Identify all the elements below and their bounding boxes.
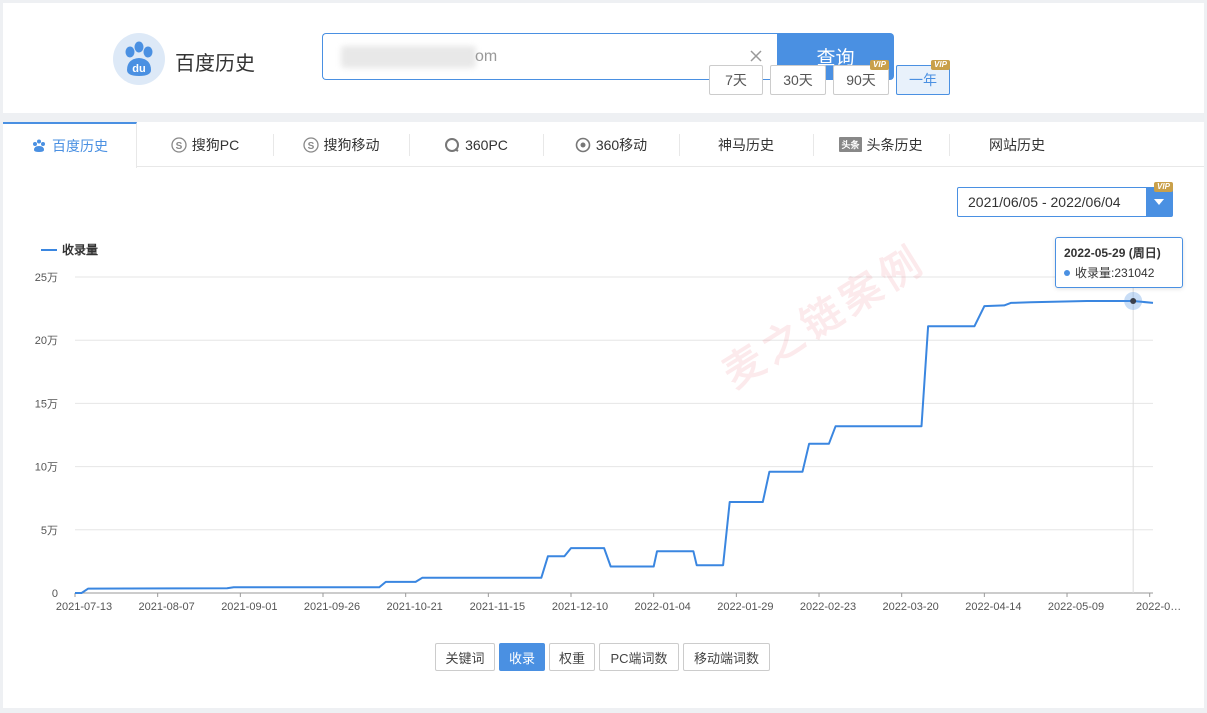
tooltip-label: 收录量 (1075, 266, 1112, 280)
legend-label: 收录量 (62, 242, 98, 257)
y-axis: 0 5万 10万 15万 20万 25万 (35, 272, 58, 600)
x-tick-label: 2022-0… (1136, 601, 1181, 613)
metric-label: 关键词 (445, 650, 485, 666)
index-chart: 05万10万15万20万25万 2021-07-13 2021-08-07 2021… (35, 242, 1182, 613)
x-tick-label: 2021-07-13 (56, 601, 112, 613)
metric-pc-words-button[interactable]: PC端词数 (599, 643, 679, 671)
tooltip-row: 收录量:231042 (1064, 264, 1174, 281)
x-tick-label: 2022-01-29 (717, 601, 773, 613)
metric-indexed-button[interactable]: 收录 (499, 643, 545, 671)
hover-point[interactable] (1130, 297, 1137, 304)
chart-series (75, 300, 1154, 594)
y-tick-label: 25万 (35, 272, 58, 284)
chart-grid (75, 276, 1153, 594)
x-tick-label: 2021-11-15 (470, 601, 525, 613)
x-tick-label: 2022-05-09 (1048, 601, 1104, 613)
x-tick-label: 2021-08-07 (139, 601, 195, 613)
series-line (75, 300, 1154, 594)
metric-keywords-button[interactable]: 关键词 (435, 643, 495, 671)
x-tick-label: 2021-12-10 (552, 601, 608, 613)
x-tick-label: 2022-02-23 (800, 601, 856, 613)
metric-label: 收录 (508, 650, 535, 666)
metric-label: 权重 (558, 650, 585, 666)
x-axis: 2021-07-13 2021-08-07 2021-09-01 2021-09-26… (56, 593, 1181, 613)
x-tick-label: 2022-04-14 (965, 601, 1021, 613)
metric-weight-button[interactable]: 权重 (549, 643, 595, 671)
tooltip-value: 231042 (1114, 265, 1155, 280)
chart-tooltip: 2022-05-29 (周日) 收录量:231042 (1055, 237, 1183, 288)
y-tick-label: 5万 (41, 525, 58, 537)
chart-legend[interactable]: 收录量 (41, 242, 98, 257)
y-tick-label: 10万 (35, 462, 58, 474)
metric-label: PC端词数 (610, 650, 668, 666)
tooltip-date: 2022-05-29 (周日) (1064, 246, 1161, 260)
x-tick-label: 2021-09-01 (221, 601, 277, 613)
y-tick-label: 20万 (35, 335, 58, 347)
x-tick-label: 2022-03-20 (883, 601, 939, 613)
y-tick-label: 0 (52, 588, 58, 600)
x-tick-label: 2021-09-26 (304, 601, 360, 613)
tooltip-dot (1064, 269, 1070, 276)
metric-label: 移动端词数 (693, 650, 759, 666)
metric-mobile-words-button[interactable]: 移动端词数 (683, 643, 770, 671)
chart-hover (1124, 262, 1143, 593)
x-tick-label: 2022-01-04 (635, 601, 691, 613)
x-tick-label: 2021-10-21 (387, 601, 443, 613)
y-tick-label: 15万 (35, 398, 58, 410)
